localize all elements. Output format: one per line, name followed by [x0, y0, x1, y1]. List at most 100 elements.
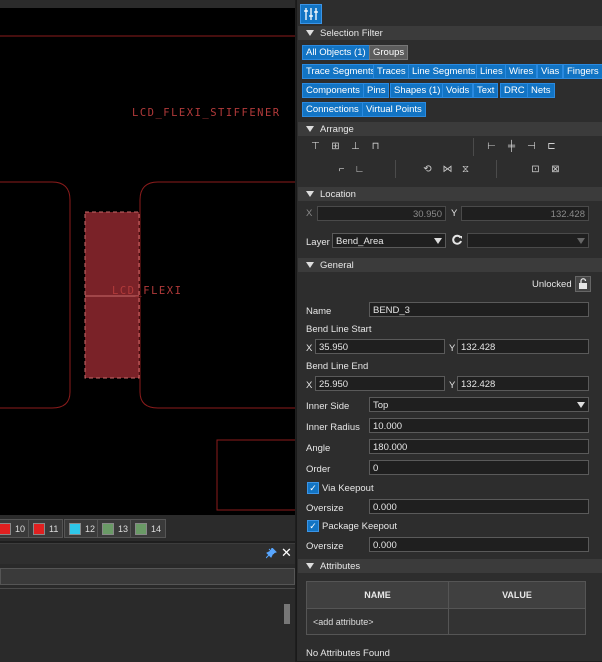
section-general[interactable]: General [298, 258, 602, 272]
layer-chip-12[interactable]: 12 [64, 519, 101, 538]
pin-icon[interactable] [266, 548, 277, 559]
group-icon[interactable]: ⊡ [529, 164, 542, 176]
column-header-value[interactable]: VALUE [448, 581, 586, 609]
section-attributes[interactable]: Attributes [298, 559, 602, 573]
filter-drc[interactable]: DRC [500, 83, 529, 98]
pcb-canvas[interactable]: LCD_FLEXI_STIFFENER LCD_FLEXI [0, 0, 295, 515]
column-header-name[interactable]: NAME [306, 581, 449, 609]
filter-shapes[interactable]: Shapes (1) [390, 83, 445, 98]
dock-scrollbar[interactable] [284, 604, 290, 624]
toolbar-divider [496, 160, 497, 178]
section-location[interactable]: Location [298, 187, 602, 201]
corner-align-alt-icon[interactable]: ∟ [353, 164, 366, 176]
bend-line-end-label: Bend Line End [306, 361, 369, 372]
toolbar-divider [473, 138, 474, 156]
bend-start-y-field[interactable]: 132.428 [457, 339, 589, 354]
location-x-field: 30.950 [317, 206, 446, 221]
filter-groups[interactable]: Groups [369, 45, 409, 60]
layer-chip-10[interactable]: 10 [0, 519, 31, 538]
pcb-drawing [0, 0, 295, 511]
filter-connections[interactable]: Connections [302, 102, 363, 117]
align-top-icon[interactable]: ⊤ [309, 141, 322, 153]
value-cell[interactable] [448, 608, 586, 635]
corner-align-icon[interactable]: ⌐ [335, 164, 348, 176]
inner-radius-field[interactable]: 10.000 [369, 418, 589, 433]
name-field[interactable]: BEND_3 [369, 302, 589, 317]
layer-color-swatch [102, 522, 114, 535]
align-center-icon[interactable]: ╪ [505, 141, 518, 153]
chevron-down-icon [577, 402, 585, 408]
inner-side-dropdown[interactable]: Top [369, 397, 589, 412]
package-keepout-label: Package Keepout [322, 521, 398, 532]
filter-traces[interactable]: Traces [373, 64, 410, 79]
lock-status-label: Unlocked [532, 279, 572, 290]
bend-line-start-label: Bend Line Start [306, 324, 372, 335]
filter-text[interactable]: Text [473, 83, 499, 98]
align-middle-icon[interactable]: ⊞ [329, 141, 342, 153]
dock-divider [0, 588, 295, 589]
filter-trace-segments[interactable]: Trace Segments [302, 64, 380, 79]
filter-virtual-points[interactable]: Virtual Points [362, 102, 426, 117]
chevron-down-icon [434, 238, 442, 244]
secondary-dropdown [467, 233, 589, 248]
filter-components[interactable]: Components [302, 83, 364, 98]
via-oversize-field[interactable]: 0.000 [369, 499, 589, 514]
layer-dropdown[interactable]: Bend_Area [332, 233, 446, 248]
name-label: Name [306, 306, 332, 317]
refresh-icon[interactable] [451, 234, 463, 246]
distribute-horizontal-icon[interactable]: ⊏ [545, 141, 558, 153]
attributes-status: No Attributes Found [306, 648, 390, 659]
start-y-label: Y [449, 343, 456, 354]
layer-color-swatch [33, 522, 45, 535]
layer-chip-14[interactable]: 14 [130, 519, 167, 538]
layer-chip-13[interactable]: 13 [97, 519, 134, 538]
filter-pins[interactable]: Pins [363, 83, 390, 98]
filter-nets[interactable]: Nets [527, 83, 555, 98]
via-keepout-checkbox[interactable]: ✓ [307, 482, 319, 494]
table-row[interactable]: <add attribute> [306, 608, 586, 635]
angle-label: Angle [306, 443, 331, 454]
ungroup-icon[interactable]: ⊠ [549, 164, 562, 176]
collapse-triangle-icon [306, 126, 314, 132]
bend-start-x-field[interactable]: 35.950 [315, 339, 445, 354]
flip-icon[interactable]: ⋈ [441, 164, 454, 176]
section-title: General [320, 259, 354, 271]
section-arrange[interactable]: Arrange [298, 122, 602, 136]
filter-all-objects[interactable]: All Objects (1) [302, 45, 370, 60]
align-bottom-icon[interactable]: ⊥ [349, 141, 362, 153]
filter-wires[interactable]: Wires [505, 64, 538, 79]
section-title: Selection Filter [320, 27, 383, 39]
oversize-label: Oversize [306, 503, 344, 514]
layer-dropdown-value: Bend_Area [336, 236, 384, 247]
filter-line-segments[interactable]: Line Segments [408, 64, 480, 79]
package-oversize-field[interactable]: 0.000 [369, 537, 589, 552]
add-attribute-cell[interactable]: <add attribute> [306, 608, 449, 635]
rotate-icon[interactable]: ⟲ [421, 164, 434, 176]
layer-label: 11 [49, 523, 59, 534]
mirror-icon[interactable]: ⧖ [459, 164, 472, 176]
filter-settings-icon[interactable] [300, 4, 322, 24]
angle-field[interactable]: 180.000 [369, 439, 589, 454]
layer-chip-11[interactable]: 11 [28, 519, 64, 538]
unlock-icon[interactable] [575, 276, 591, 292]
dock-input-bar[interactable] [0, 568, 295, 585]
bend-end-x-field[interactable]: 25.950 [315, 376, 445, 391]
filter-vias[interactable]: Vias [537, 64, 564, 79]
collapse-triangle-icon [306, 191, 314, 197]
align-right-icon[interactable]: ⊣ [525, 141, 538, 153]
flexi-label: LCD_FLEXI [112, 285, 183, 297]
collapse-triangle-icon [306, 30, 314, 36]
bend-end-y-field[interactable]: 132.428 [457, 376, 589, 391]
table-header-row: NAME VALUE [306, 581, 586, 609]
section-title: Attributes [320, 560, 361, 572]
filter-lines[interactable]: Lines [476, 64, 507, 79]
section-title: Location [320, 188, 356, 200]
package-keepout-checkbox[interactable]: ✓ [307, 520, 319, 532]
section-selection-filter[interactable]: Selection Filter [298, 26, 602, 40]
filter-fingers[interactable]: Fingers [563, 64, 602, 79]
close-icon[interactable]: ✕ [281, 545, 292, 561]
align-left-icon[interactable]: ⊢ [485, 141, 498, 153]
filter-voids[interactable]: Voids [442, 83, 474, 98]
order-field[interactable]: 0 [369, 460, 589, 475]
distribute-vertical-icon[interactable]: ⊓ [369, 141, 382, 153]
